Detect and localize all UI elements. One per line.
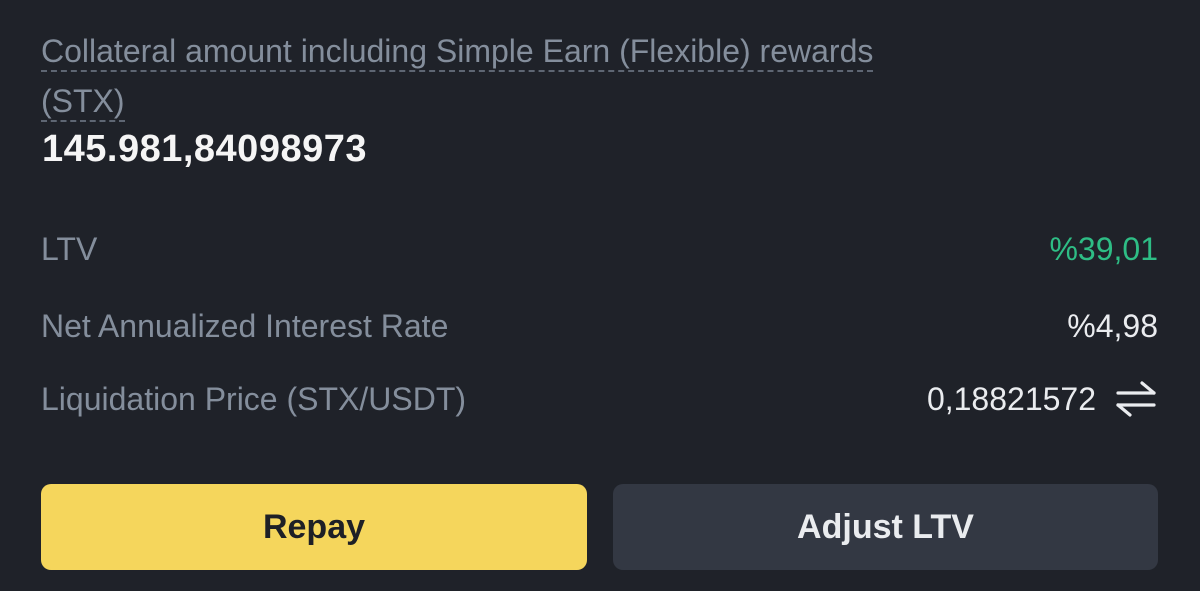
liquidation-price-value-group: 0,18821572 — [927, 379, 1158, 419]
liquidation-price-row: Liquidation Price (STX/USDT) 0,18821572 — [41, 374, 1158, 424]
ltv-row: LTV %39,01 — [41, 224, 1158, 274]
collateral-label-text[interactable]: Collateral amount including Simple Earn … — [41, 33, 874, 122]
adjust-ltv-button[interactable]: Adjust LTV — [613, 484, 1158, 570]
loan-details-panel: Collateral amount including Simple Earn … — [0, 0, 1200, 591]
ltv-label: LTV — [41, 230, 98, 267]
swap-arrows-icon[interactable] — [1114, 379, 1158, 419]
collateral-value: 145.981,84098973 — [42, 128, 367, 170]
ltv-value: %39,01 — [1049, 230, 1158, 267]
collateral-label[interactable]: Collateral amount including Simple Earn … — [41, 26, 901, 126]
repay-button[interactable]: Repay — [41, 484, 587, 570]
liquidation-price-label: Liquidation Price (STX/USDT) — [41, 380, 467, 417]
liquidation-price-value: 0,18821572 — [926, 380, 1096, 417]
interest-rate-label: Net Annualized Interest Rate — [41, 307, 449, 344]
interest-rate-row: Net Annualized Interest Rate %4,98 — [41, 301, 1158, 351]
interest-rate-value: %4,98 — [1067, 307, 1158, 344]
